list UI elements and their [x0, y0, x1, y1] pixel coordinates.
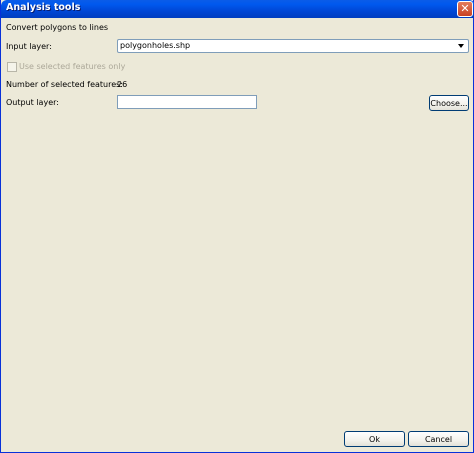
close-icon: ✕ — [460, 2, 470, 15]
selected-count-label: Number of selected features: — [6, 80, 123, 89]
cancel-label: Cancel — [424, 434, 453, 444]
input-layer-value: polygonholes.shp — [120, 41, 191, 50]
output-layer-field[interactable] — [117, 95, 257, 109]
cancel-button[interactable]: Cancel — [408, 431, 469, 447]
input-layer-label: Input layer: — [6, 42, 52, 51]
choose-label: Choose... — [430, 98, 468, 108]
analysis-tools-dialog: Analysis tools ✕ Convert polygons to lin… — [0, 0, 474, 453]
title-bar: Analysis tools ✕ — [1, 0, 474, 18]
dialog-content: Convert polygons to lines Input layer: p… — [1, 18, 473, 451]
chevron-down-icon — [455, 41, 467, 51]
ok-button[interactable]: Ok — [344, 431, 405, 447]
tool-heading: Convert polygons to lines — [6, 23, 109, 32]
output-layer-label: Output layer: — [6, 98, 59, 107]
selected-count-value: 26 — [117, 80, 128, 89]
window-title: Analysis tools — [6, 2, 81, 13]
ok-label: Ok — [369, 434, 380, 444]
choose-button[interactable]: Choose... — [429, 95, 469, 111]
input-layer-select[interactable]: polygonholes.shp — [117, 39, 469, 53]
selected-only-label: Use selected features only — [19, 62, 126, 71]
close-button[interactable]: ✕ — [457, 1, 473, 17]
selected-only-checkbox[interactable] — [7, 62, 17, 72]
